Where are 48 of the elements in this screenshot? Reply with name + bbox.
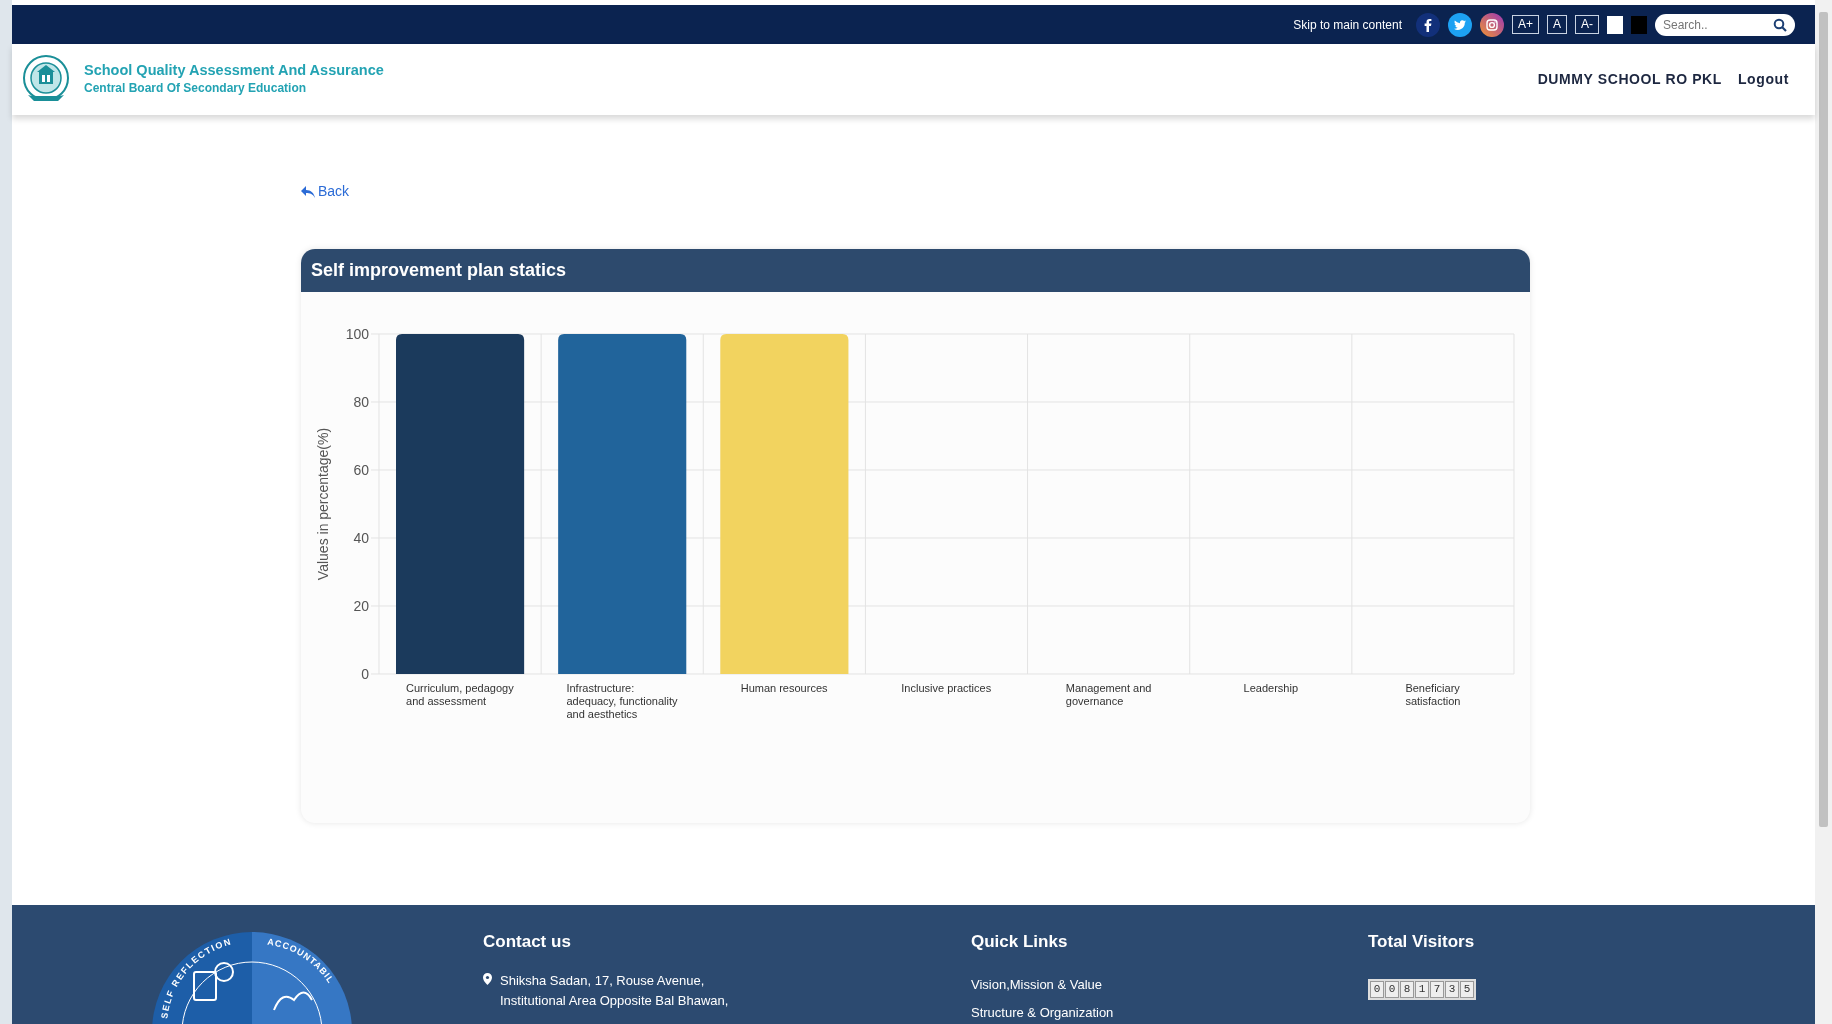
scrollbar[interactable] [1815, 0, 1832, 1024]
site-subtitle: Central Board Of Secondary Education [84, 80, 308, 98]
map-pin-icon [483, 972, 492, 985]
axis-category-label: Leadership [1243, 681, 1298, 694]
counter-digit: 0 [1370, 980, 1384, 998]
counter-digit: 7 [1430, 980, 1444, 998]
address-line: Shiksha Sadan, 17, Rouse Avenue, [500, 971, 706, 990]
axis-category-label: Human resources [740, 681, 828, 694]
axis-title: Values in percentage(%) [315, 427, 331, 580]
site-title: School Quality Assessment And Assurance [84, 61, 384, 80]
axis-category-label: Inclusive practices [901, 681, 992, 694]
font-size-button[interactable]: A+ [1511, 15, 1539, 34]
search-icon[interactable] [1773, 17, 1787, 32]
contrast-toggle[interactable] [1607, 15, 1623, 34]
axis-tick-label: 40 [353, 529, 369, 546]
counter-digit: 0 [1385, 980, 1399, 998]
axis-category-label: Infrastructure: adequacy, functionality and aesthetics [566, 681, 678, 720]
reply-arrow-icon [301, 185, 315, 198]
font-size-button[interactable]: A [1547, 15, 1567, 34]
footer-link[interactable]: Structure & Organization [971, 1003, 1114, 1023]
font-size-button[interactable]: A- [1575, 15, 1599, 34]
counter-digit: 3 [1445, 980, 1459, 998]
instagram-icon[interactable] [1479, 12, 1504, 37]
axis-tick-label: 0 [361, 665, 369, 682]
axis-category-label: Beneficiary satisfaction [1405, 681, 1461, 707]
counter-digit: 5 [1460, 980, 1474, 998]
axis-category-label: Management and governance [1065, 681, 1152, 707]
search-field[interactable]: Search.. [1655, 13, 1795, 36]
axis-tick-label: 80 [353, 393, 369, 410]
card-title: Self improvement plan statics [301, 248, 1530, 292]
address-line: Institutional Area Opposite Bal Bhawan, [500, 991, 729, 1010]
axis-tick-label: 20 [353, 597, 369, 614]
facebook-icon[interactable] [1415, 12, 1440, 37]
axis-category-label: Curriculum, pedagogy and assessment [406, 681, 514, 707]
footer-heading: Quick Links [971, 931, 1069, 953]
footer-link[interactable]: Vision,Mission & Value [971, 974, 1114, 994]
counter-digit: 8 [1400, 980, 1414, 998]
nav-link[interactable]: DUMMY SCHOOL RO PKL [1537, 69, 1722, 90]
nav-link[interactable]: Logout [1737, 69, 1789, 90]
axis-tick-label: 100 [345, 325, 369, 342]
footer-heading: Total Visitors [1368, 931, 1476, 953]
twitter-icon[interactable] [1447, 12, 1472, 37]
contrast-toggle[interactable] [1631, 15, 1647, 34]
back-link[interactable]: Back [301, 181, 350, 202]
footer-heading: Contact us [483, 931, 572, 953]
skip-link[interactable]: Skip to main content [1293, 15, 1402, 34]
counter-digit: 1 [1415, 980, 1429, 998]
axis-tick-label: 60 [353, 461, 369, 478]
